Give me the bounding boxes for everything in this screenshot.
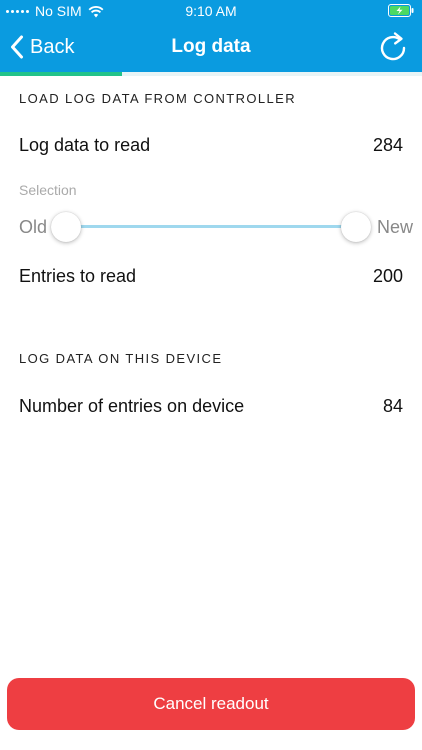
log-data-label: Log data to read: [19, 135, 151, 155]
entries-to-read-label: Entries to read: [19, 266, 137, 286]
entries-to-read-row: Entries to read 200: [19, 266, 403, 287]
navigation-bar: Back Log data: [0, 22, 422, 72]
device-entries-value: 84: [382, 396, 403, 416]
page-title: Log data: [171, 36, 251, 57]
controller-section-header: LOAD LOG DATA FROM CONTROLLER: [19, 91, 297, 106]
readout-progress-fill: [0, 72, 123, 76]
device-section-header: LOG DATA ON THIS DEVICE: [19, 351, 223, 366]
slider-thumb-new[interactable]: [341, 212, 371, 242]
refresh-icon[interactable]: [378, 30, 408, 64]
readout-progress-bar: [0, 72, 422, 76]
slider-track[interactable]: [66, 225, 356, 228]
cancel-readout-button[interactable]: Cancel readout: [7, 678, 415, 730]
selection-label: Selection: [19, 182, 77, 198]
slider-thumb-old[interactable]: [51, 212, 81, 242]
battery-charging-icon: [388, 4, 414, 17]
selection-range-slider[interactable]: Old New: [19, 210, 413, 244]
log-data-row: Log data to read 284: [19, 135, 403, 156]
device-entries-row: Number of entries on device 84: [19, 396, 403, 417]
entries-to-read-value: 200: [372, 266, 403, 286]
slider-max-label: New: [376, 217, 413, 237]
status-bar: No SIM 9:10 AM: [0, 0, 422, 22]
status-time: 9:10 AM: [185, 3, 237, 19]
log-data-value: 284: [372, 135, 403, 155]
slider-min-label: Old: [19, 217, 48, 237]
top-bar: No SIM 9:10 AM Back Log data: [0, 0, 422, 72]
device-entries-label: Number of entries on device: [19, 396, 245, 416]
